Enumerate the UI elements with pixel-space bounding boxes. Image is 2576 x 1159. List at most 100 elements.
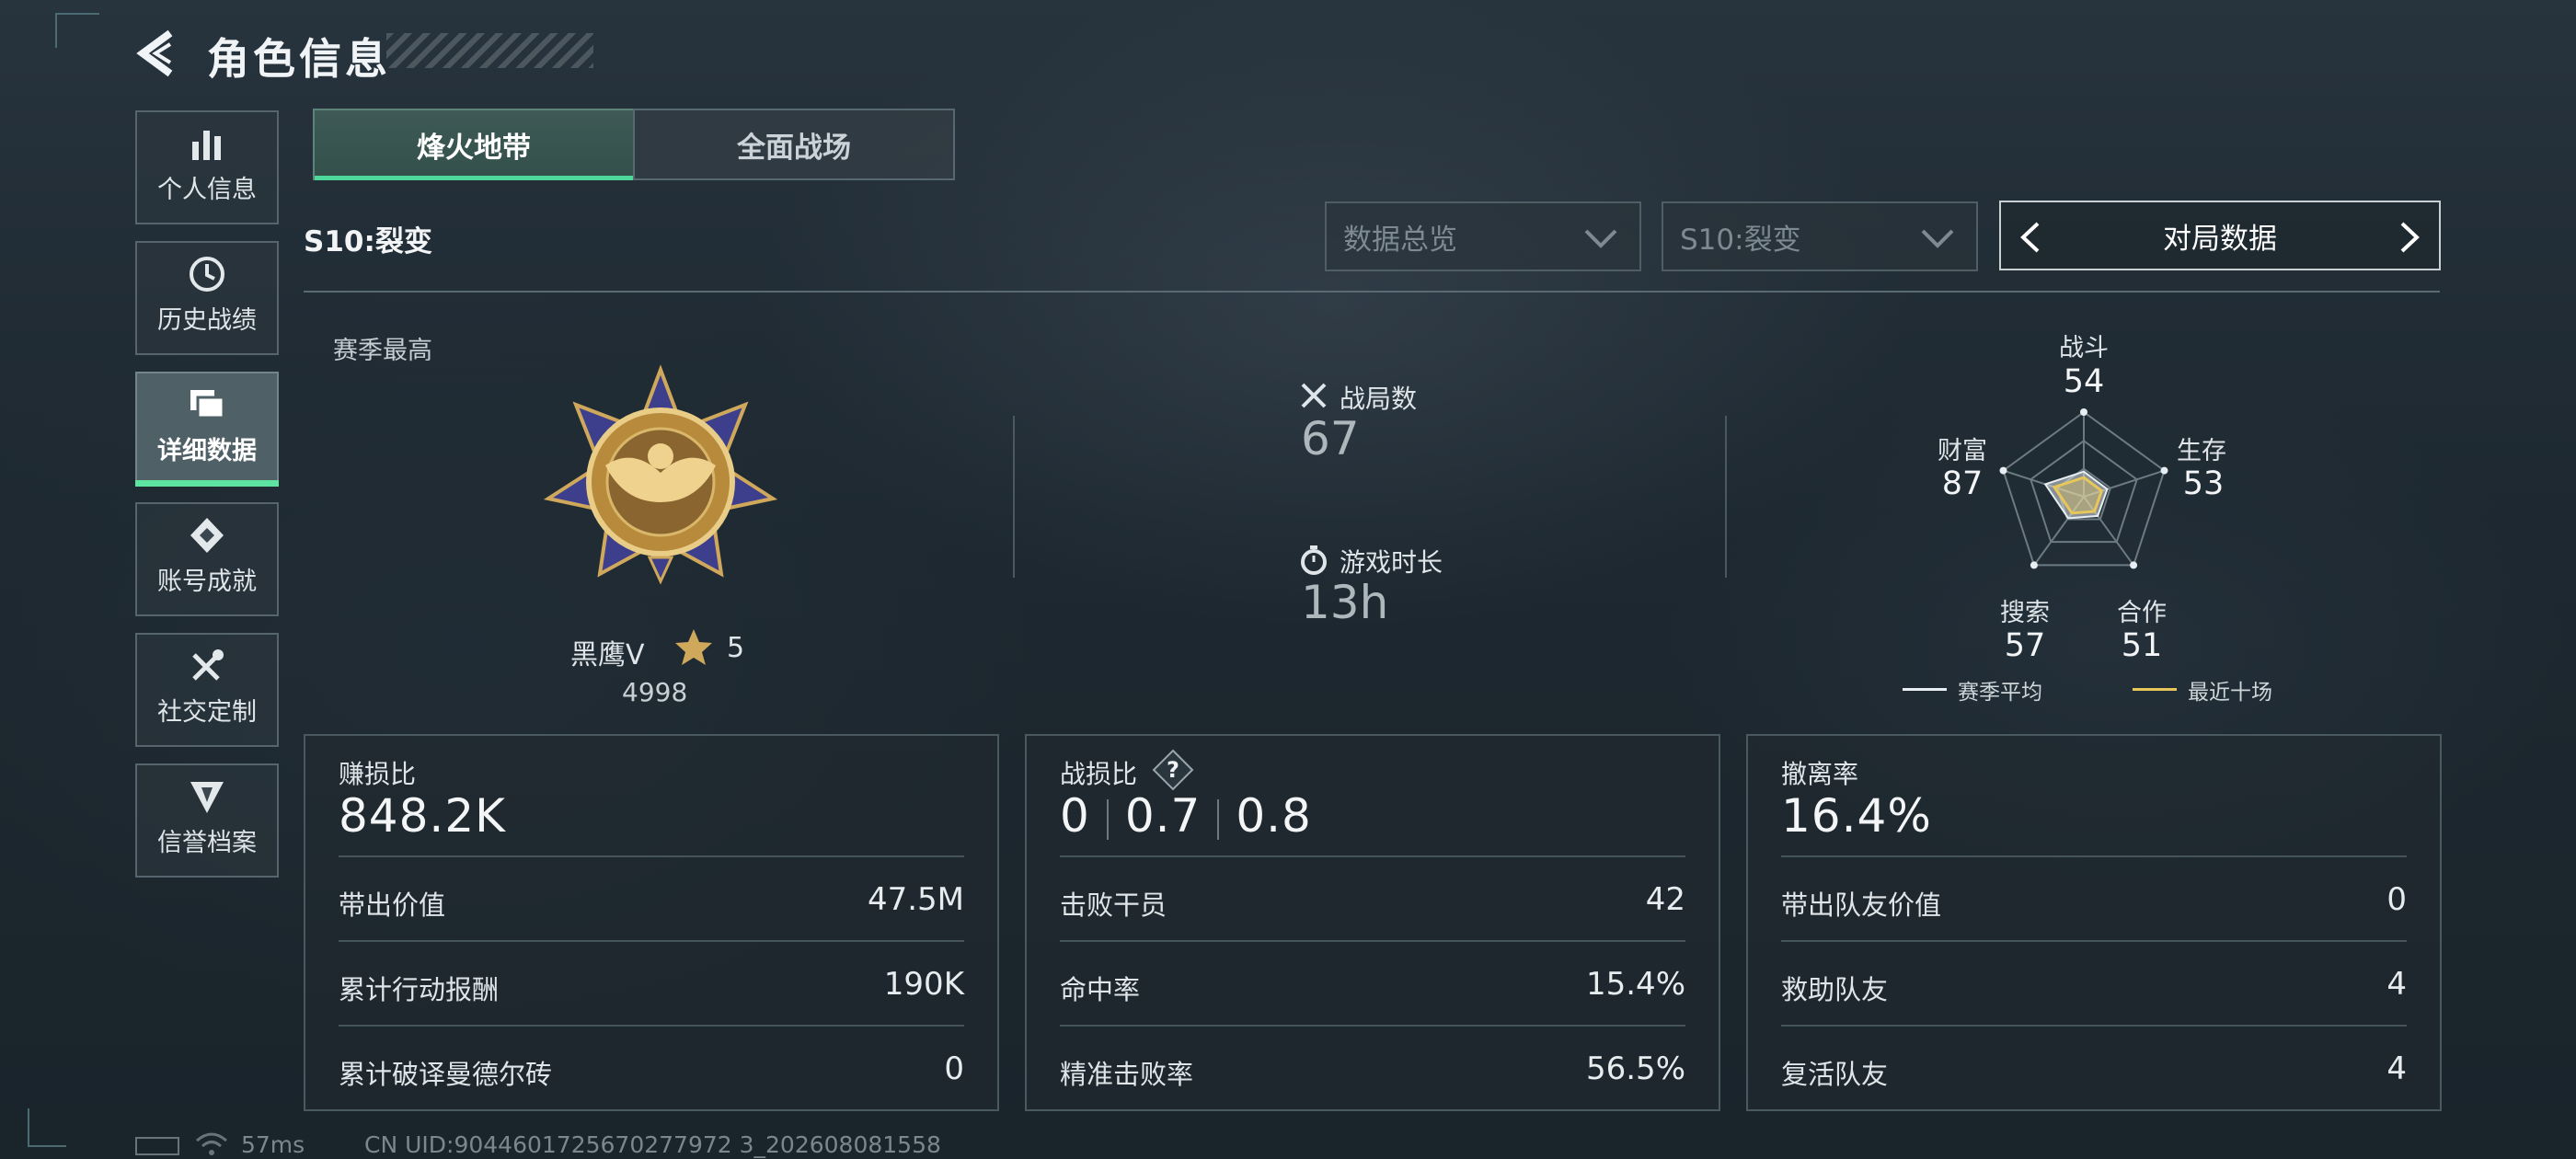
- radar-axis-value: 54: [2063, 363, 2105, 400]
- radar-vertex-dot: [2160, 466, 2168, 475]
- card-title: 战损比: [1060, 759, 1138, 789]
- stat-value: 4: [2386, 966, 2407, 1003]
- stat-label: 累计破译曼德尔砖: [339, 1059, 553, 1090]
- matches-label: 战局数: [1340, 384, 1418, 414]
- stat-row: 累计行动报酬 190K: [339, 940, 964, 1027]
- kd-value: 0: [1060, 789, 1090, 843]
- rank-points: 4998: [622, 677, 688, 707]
- radar-axis-value: 57: [2004, 627, 2046, 664]
- rank-name: 黑鹰V: [570, 639, 645, 671]
- ping-readout: 57ms: [241, 1131, 305, 1158]
- overview-dropdown-value: 数据总览: [1343, 223, 1457, 257]
- sidebar-item-label: 个人信息: [157, 176, 257, 204]
- stat-value: 0: [2386, 881, 2407, 918]
- rank-star-count: 5: [727, 632, 745, 664]
- radar-vertex-dot: [2130, 561, 2138, 569]
- card-title: 撤离率: [1781, 759, 1859, 789]
- folder-icon: [137, 373, 277, 427]
- sidebar-item-personal-info[interactable]: 个人信息: [135, 110, 279, 224]
- radar-axis-label: 搜索: [2000, 599, 2050, 627]
- radar-axis-label: 战斗: [2059, 334, 2109, 362]
- svg-text:?: ?: [1167, 757, 1179, 783]
- card-value: 848.2K: [339, 789, 506, 843]
- rank-emblem-icon: [543, 364, 778, 585]
- legend-swatch-recent-ten: [2133, 688, 2177, 691]
- radar-vertex-dot: [2080, 408, 2087, 416]
- stat-label: 击败干员: [1060, 889, 1167, 921]
- stat-value: 0: [944, 1050, 964, 1087]
- user-uid: CN UID:9044601725670277972 3_20260808155…: [364, 1131, 941, 1158]
- sidebar-item-history[interactable]: 历史战绩: [135, 241, 279, 355]
- legend-swatch-season-average: [1903, 688, 1947, 691]
- matches-value: 67: [1301, 412, 1360, 465]
- card-title: 赚损比: [339, 759, 417, 789]
- stat-row: 带出队友价值 0: [1781, 855, 2407, 942]
- card-profit-loss: 赚损比 848.2K 带出价值 47.5M 累计行动报酬 190K 累计破译曼德…: [304, 734, 999, 1111]
- radar-chart: [1999, 408, 2168, 569]
- stat-row: 救助队友 4: [1781, 940, 2407, 1027]
- radar-axis-value: 51: [2121, 627, 2163, 664]
- star-icon: [675, 629, 712, 665]
- stat-row: 精准击败率 56.5%: [1060, 1025, 1685, 1111]
- stat-label: 命中率: [1060, 974, 1141, 1005]
- legend-label-season-average: 赛季平均: [1958, 681, 2042, 705]
- crossed-swords-icon: [1301, 383, 1327, 408]
- stat-value: 15.4%: [1585, 966, 1685, 1003]
- radar-axis-label: 合作: [2117, 599, 2167, 627]
- stat-label: 累计行动报酬: [339, 974, 500, 1005]
- tools-icon: [137, 635, 277, 688]
- stat-value: 56.5%: [1585, 1050, 1685, 1087]
- stat-label: 救助队友: [1781, 974, 1889, 1005]
- chevron-left-icon[interactable]: [2018, 221, 2043, 254]
- stat-label: 带出价值: [339, 889, 446, 921]
- pager-label: 对局数据: [2163, 222, 2277, 256]
- help-icon[interactable]: ?: [1152, 749, 1194, 791]
- wifi-icon: [196, 1132, 227, 1155]
- tab-firezone[interactable]: 烽火地带: [313, 109, 635, 180]
- mode-tabs: 烽火地带 全面战场: [313, 109, 955, 180]
- sidebar-item-label: 信誉档案: [157, 829, 257, 857]
- sidebar-item-label: 历史战绩: [157, 306, 257, 335]
- chevron-down-icon: [1584, 229, 1617, 248]
- kd-value: 0.7: [1124, 789, 1202, 843]
- radar-vertex-dot: [2030, 561, 2038, 569]
- chevron-right-icon[interactable]: [2397, 221, 2422, 254]
- playtime-value: 13h: [1301, 576, 1389, 629]
- stat-value: 47.5M: [867, 881, 964, 918]
- radar-axis-label: 生存: [2177, 437, 2226, 465]
- radar-axis-value: 87: [1941, 465, 1984, 502]
- radar-axis-value: 53: [2182, 465, 2225, 502]
- kd-value: 0.8: [1236, 789, 1312, 843]
- bar-chart-icon: [137, 112, 277, 166]
- card-value: 16.4%: [1781, 789, 1932, 843]
- stat-value: 42: [1645, 881, 1685, 918]
- frame-corner-tl: [55, 13, 99, 48]
- stat-label: 带出队友价值: [1781, 889, 1942, 921]
- season-dropdown[interactable]: S10:裂变: [1662, 201, 1978, 271]
- sidebar-item-social[interactable]: 社交定制: [135, 633, 279, 747]
- match-data-pager: 对局数据: [1999, 201, 2441, 270]
- sidebar-item-detailed-data[interactable]: 详细数据: [135, 372, 279, 486]
- stopwatch-icon: [1301, 545, 1327, 575]
- stat-label: 精准击败率: [1060, 1059, 1194, 1090]
- achievement-icon: [137, 504, 277, 557]
- sidebar-item-label: 详细数据: [157, 437, 257, 465]
- sidebar-item-credit[interactable]: 信誉档案: [135, 763, 279, 878]
- season-dropdown-value: S10:裂变: [1680, 223, 1801, 257]
- stat-row: 击败干员 42: [1060, 855, 1685, 942]
- stat-value: 190K: [883, 966, 964, 1003]
- page-title: 角色信息: [207, 34, 391, 84]
- stat-row: 命中率 15.4%: [1060, 940, 1685, 1027]
- card-extraction-rate: 撤离率 16.4% 带出队友价值 0 救助队友 4 复活队友 4: [1746, 734, 2442, 1111]
- shield-icon: [137, 765, 277, 819]
- overview-dropdown[interactable]: 数据总览: [1325, 201, 1641, 271]
- radar-vertex-dot: [1999, 466, 2007, 475]
- sidebar-active-indicator: [135, 480, 279, 487]
- stat-row: 复活队友 4: [1781, 1025, 2407, 1111]
- card-values: 0 0.7 0.8: [1060, 789, 1312, 843]
- sidebar-item-label: 账号成就: [157, 568, 257, 596]
- title-stripe-decoration: [386, 33, 593, 68]
- tab-full-battle[interactable]: 全面战场: [633, 109, 955, 180]
- sidebar-item-achievements[interactable]: 账号成就: [135, 502, 279, 616]
- back-arrow-icon[interactable]: [133, 28, 179, 79]
